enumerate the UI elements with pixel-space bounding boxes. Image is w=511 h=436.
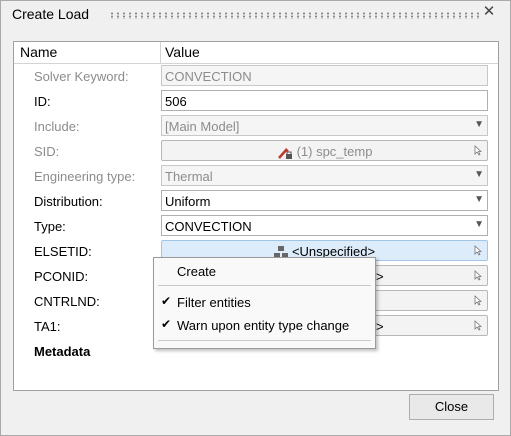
engineering-type-value: Thermal bbox=[165, 169, 213, 184]
engineering-type-dropdown: Thermal ▼ bbox=[161, 165, 488, 186]
table-row: Type: CONVECTION ▼ bbox=[14, 214, 498, 239]
row-label-id: ID: bbox=[34, 94, 51, 109]
menu-item-label: Filter entities bbox=[177, 295, 251, 310]
menu-item-warn-type-change[interactable]: ✔ Warn upon entity type change bbox=[154, 314, 375, 336]
row-label-engineering-type: Engineering type: bbox=[34, 169, 136, 184]
row-label-metadata[interactable]: Metadata bbox=[34, 344, 90, 359]
row-label-pconid: PCONID: bbox=[34, 269, 89, 284]
cursor-icon bbox=[474, 320, 482, 331]
chevron-down-icon: ▼ bbox=[474, 169, 484, 180]
checkmark-icon: ✔ bbox=[161, 317, 172, 331]
id-input[interactable]: 506 bbox=[161, 90, 488, 111]
chevron-down-icon: ▼ bbox=[474, 194, 484, 205]
create-load-dialog: Create Load ✕ Name Value Solver Keyword:… bbox=[0, 0, 511, 436]
row-label-ta1: TA1: bbox=[34, 319, 61, 334]
type-dropdown[interactable]: CONVECTION ▼ bbox=[161, 215, 488, 236]
cursor-icon bbox=[474, 270, 482, 281]
solver-keyword-value: CONVECTION bbox=[165, 69, 252, 84]
menu-item-filter-entities[interactable]: ✔ Filter entities bbox=[154, 291, 375, 313]
table-row: SID: (1) spc_temp bbox=[14, 139, 498, 164]
menu-item-label: Create bbox=[177, 264, 217, 279]
id-value: 506 bbox=[165, 94, 187, 109]
cursor-icon bbox=[474, 245, 482, 256]
load-collector-icon bbox=[277, 147, 292, 159]
include-value: [Main Model] bbox=[165, 119, 240, 134]
row-label-cntrlnd: CNTRLND: bbox=[34, 294, 100, 309]
type-value: CONVECTION bbox=[165, 219, 252, 234]
table-header: Name Value bbox=[14, 42, 498, 64]
drag-grip[interactable] bbox=[109, 12, 479, 19]
row-label-include: Include: bbox=[34, 119, 80, 134]
context-menu: Create ✔ Filter entities ✔ Warn upon ent… bbox=[153, 257, 376, 349]
distribution-dropdown[interactable]: Uniform ▼ bbox=[161, 190, 488, 211]
cursor-icon bbox=[474, 145, 482, 156]
close-button[interactable]: Close bbox=[409, 394, 494, 420]
row-label-sid: SID: bbox=[34, 144, 60, 159]
row-label-distribution: Distribution: bbox=[34, 194, 103, 209]
cursor-icon bbox=[474, 295, 482, 306]
title-bar[interactable]: Create Load ✕ bbox=[1, 1, 510, 27]
table-row: Engineering type: Thermal ▼ bbox=[14, 164, 498, 189]
close-icon[interactable]: ✕ bbox=[482, 4, 496, 20]
table-row: Include: [Main Model] ▼ bbox=[14, 114, 498, 139]
pconid-value: > bbox=[376, 269, 384, 284]
column-divider[interactable] bbox=[160, 42, 161, 63]
column-header-value[interactable]: Value bbox=[165, 44, 200, 60]
table-row: Distribution: Uniform ▼ bbox=[14, 189, 498, 214]
ta1-value: > bbox=[376, 319, 384, 334]
menu-item-create[interactable]: Create bbox=[154, 260, 375, 282]
menu-separator bbox=[158, 285, 371, 286]
table-row: ID: 506 bbox=[14, 89, 498, 114]
chevron-down-icon: ▼ bbox=[474, 219, 484, 230]
menu-item-label: Warn upon entity type change bbox=[177, 318, 350, 333]
chevron-down-icon: ▼ bbox=[474, 119, 484, 130]
table-row: Solver Keyword: CONVECTION bbox=[14, 64, 498, 89]
row-label-solver-keyword: Solver Keyword: bbox=[34, 69, 129, 84]
sid-value: (1) spc_temp bbox=[296, 144, 373, 159]
sid-selector: (1) spc_temp bbox=[161, 140, 488, 161]
distribution-value: Uniform bbox=[165, 194, 211, 209]
menu-separator bbox=[158, 340, 371, 341]
column-header-name[interactable]: Name bbox=[20, 44, 57, 60]
dialog-title: Create Load bbox=[12, 6, 90, 22]
include-dropdown: [Main Model] ▼ bbox=[161, 115, 488, 136]
checkmark-icon: ✔ bbox=[161, 294, 172, 308]
row-label-elsetid: ELSETID: bbox=[34, 244, 92, 259]
solver-keyword-field: CONVECTION bbox=[161, 65, 488, 86]
row-label-type: Type: bbox=[34, 219, 66, 234]
